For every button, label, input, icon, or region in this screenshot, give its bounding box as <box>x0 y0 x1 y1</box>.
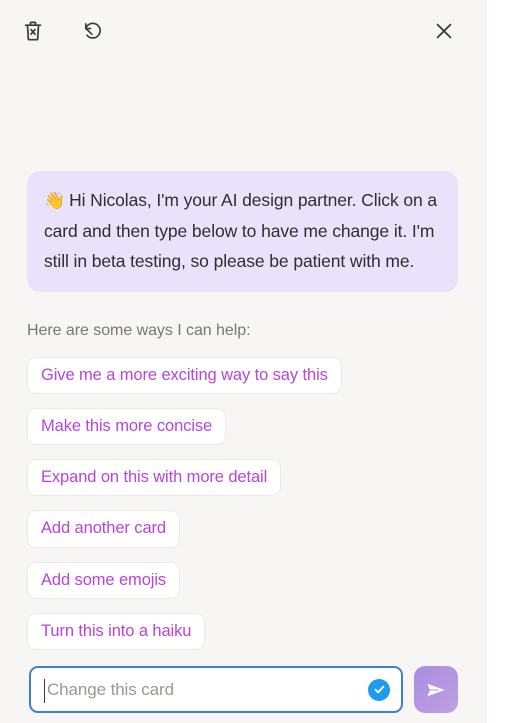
suggestions-label: Here are some ways I can help: <box>27 322 251 339</box>
suggestion-chip[interactable]: Give me a more exciting way to say this <box>27 357 342 395</box>
app-root: 👋 Hi Nicolas, I'm your AI design partner.… <box>0 0 518 723</box>
send-button[interactable] <box>414 666 458 713</box>
assistant-message-text: Hi Nicolas, I'm your AI design partner. … <box>44 190 438 271</box>
clear-conversation-button[interactable] <box>18 16 48 46</box>
header-actions <box>18 16 107 46</box>
suggestion-chip[interactable]: Make this more concise <box>27 408 227 446</box>
canvas-edge <box>487 0 518 723</box>
close-panel-button[interactable] <box>429 16 459 46</box>
suggestion-chip[interactable]: Add some emojis <box>27 561 181 599</box>
trash-x-icon <box>23 20 43 42</box>
assistant-message-bubble: 👋 Hi Nicolas, I'm your AI design partner.… <box>27 171 458 292</box>
waving-hand-icon: 👋 <box>44 191 66 210</box>
send-paper-plane-icon <box>425 679 447 701</box>
confirm-check-button[interactable] <box>368 678 390 701</box>
suggestion-chip[interactable]: Turn this into a haiku <box>27 612 206 650</box>
close-icon <box>434 21 454 41</box>
panel-header <box>0 0 487 62</box>
suggestion-chip[interactable]: Add another card <box>27 510 180 548</box>
undo-reset-button[interactable] <box>77 16 107 46</box>
suggestion-chip-list: Give me a more exciting way to say this … <box>27 357 342 650</box>
ai-assistant-panel: 👋 Hi Nicolas, I'm your AI design partner.… <box>0 0 487 723</box>
text-caret <box>44 679 45 703</box>
composer-bar <box>0 654 487 723</box>
prompt-input-wrapper[interactable] <box>29 666 403 713</box>
conversation-area: 👋 Hi Nicolas, I'm your AI design partner.… <box>0 62 487 723</box>
suggestion-chip[interactable]: Expand on this with more detail <box>27 459 282 497</box>
prompt-input[interactable] <box>44 679 359 700</box>
undo-arrow-icon <box>81 20 103 42</box>
check-icon <box>373 683 386 696</box>
